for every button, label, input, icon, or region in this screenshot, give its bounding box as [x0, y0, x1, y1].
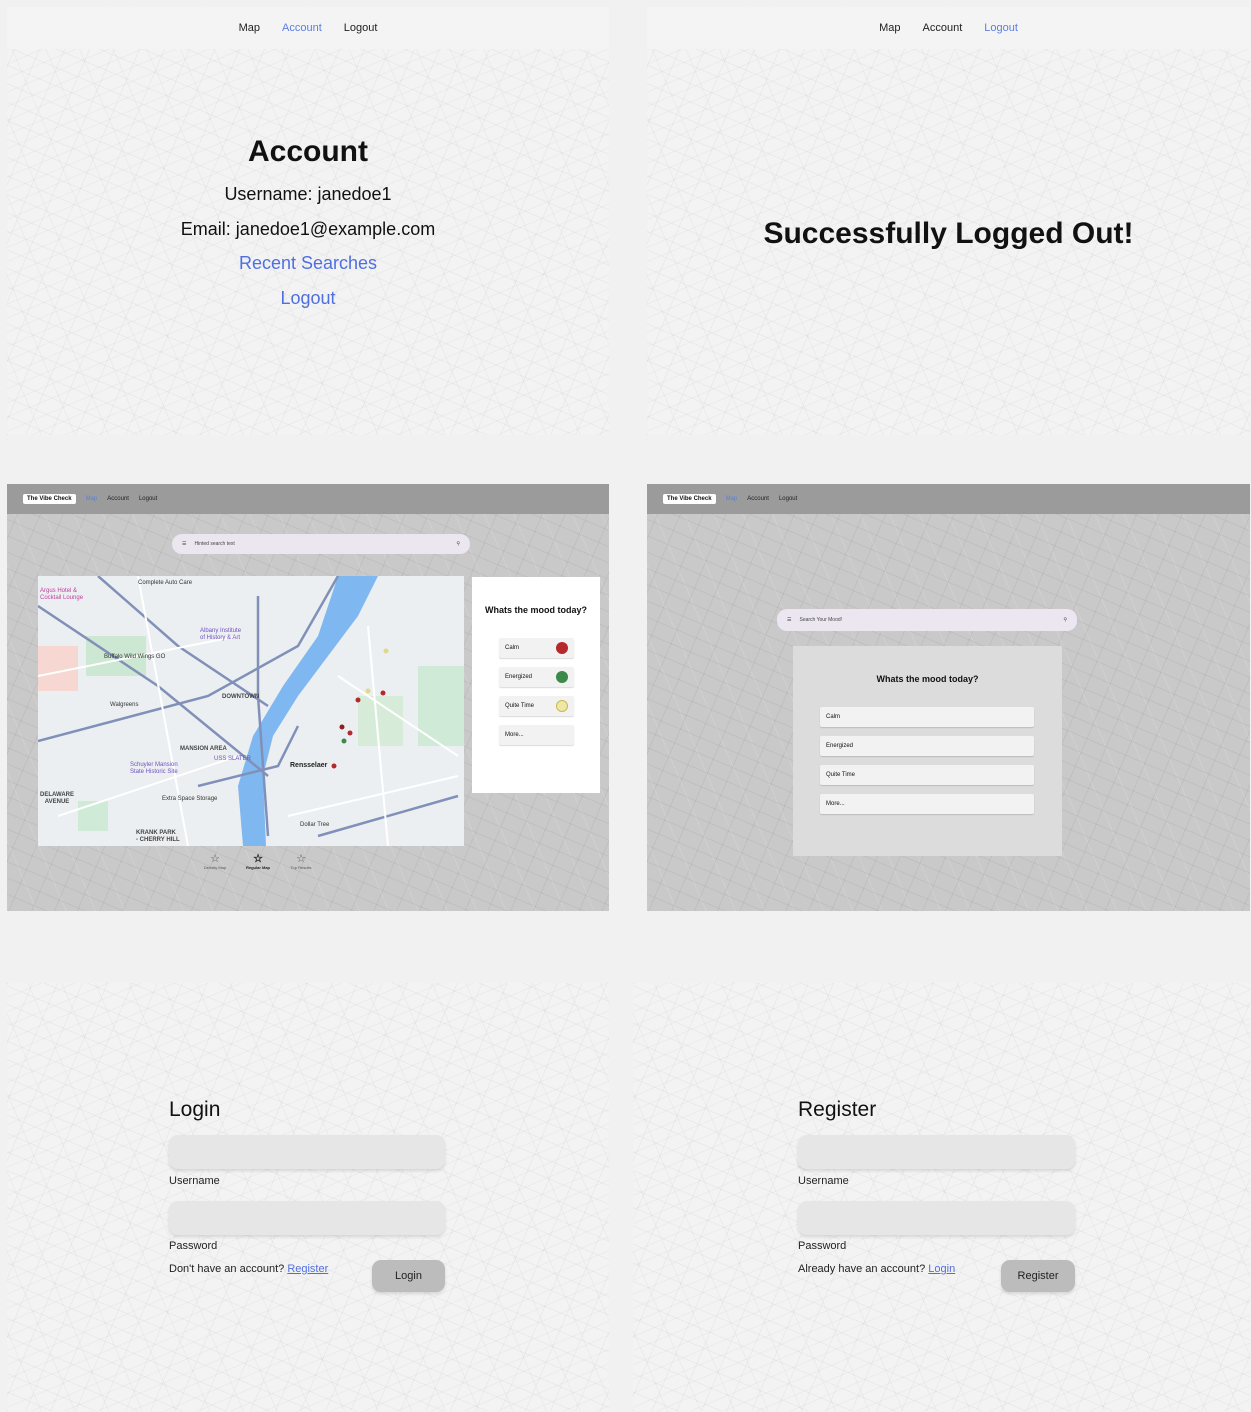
map-label: DOWNTOWN: [222, 694, 260, 700]
mood-button-energized[interactable]: Energized: [499, 667, 574, 687]
map-label: Albany Institute of History & Art: [200, 628, 242, 641]
nav-account[interactable]: Account: [747, 496, 769, 502]
logout-panel: Map Account Logout Successfully Logged O…: [647, 7, 1250, 435]
mood-button-quite-time[interactable]: Quite Time: [820, 765, 1034, 785]
tab-density-map[interactable]: ☆ Density Map: [195, 852, 235, 870]
username-label: Username: [798, 1175, 849, 1187]
map-label: Extra Space Storage: [162, 796, 218, 802]
nav-map[interactable]: Map: [726, 496, 738, 502]
register-title: Register: [798, 1098, 877, 1121]
password-label: Password: [169, 1240, 218, 1252]
nav-account[interactable]: Account: [107, 496, 129, 502]
nav-map[interactable]: Map: [86, 496, 98, 502]
password-field[interactable]: [798, 1201, 1075, 1235]
login-link[interactable]: Login: [928, 1263, 955, 1275]
tab-regular-map[interactable]: ☆ Regular Map: [238, 852, 278, 870]
map-label: Complete Auto Care: [138, 580, 193, 586]
nav-logout[interactable]: Logout: [344, 22, 378, 34]
map-view[interactable]: Argus Hotel & Cocktail Lounge Complete A…: [38, 576, 464, 846]
top-nav: Map Account Logout: [647, 7, 1250, 49]
login-title: Login: [169, 1098, 221, 1121]
nav-map[interactable]: Map: [879, 22, 900, 34]
mini-nav: The Vibe Check Map Account Logout: [7, 484, 609, 514]
mood-search-bar[interactable]: ☰ Search Your Mood! ⚲: [777, 609, 1077, 631]
nav-logout[interactable]: Logout: [779, 496, 797, 502]
register-button[interactable]: Register: [1001, 1260, 1075, 1292]
map-label: Dollar Tree: [300, 822, 330, 828]
mood-card: Whats the mood today? Calm Energized Qui…: [793, 646, 1062, 856]
map-label: Buffalo Wild Wings GO: [104, 654, 166, 660]
search-icon[interactable]: ⚲: [1063, 617, 1067, 623]
map-label: Walgreens: [110, 702, 139, 708]
email-text: Email: janedoe1@example.com: [180, 219, 436, 239]
login-panel: Login Username Password Don't have an ac…: [7, 983, 609, 1411]
map-label: DELAWARE AVENUE: [40, 792, 75, 805]
mood-title: Whats the mood today?: [485, 605, 587, 615]
username-text: Username: janedoe1: [224, 184, 392, 204]
mood-button-more[interactable]: More...: [820, 794, 1034, 814]
star-icon: ☆: [296, 853, 306, 865]
mood-color-dot: [556, 671, 568, 683]
mood-button-quite-time[interactable]: Quite Time: [499, 696, 574, 716]
register-panel: Register Username Password Already have …: [633, 983, 1250, 1411]
password-field[interactable]: [169, 1201, 445, 1235]
username-field[interactable]: [798, 1135, 1075, 1169]
star-icon: ☆: [210, 853, 220, 865]
brand-logo[interactable]: The Vibe Check: [23, 494, 76, 504]
map-roads: [38, 576, 464, 846]
mood-button-more[interactable]: More...: [499, 725, 574, 745]
nav-logout[interactable]: Logout: [984, 22, 1018, 34]
mood-color-dot: [556, 700, 568, 712]
nav-logout[interactable]: Logout: [139, 496, 157, 502]
page-title: Account: [248, 135, 368, 168]
logout-link[interactable]: Logout: [7, 288, 609, 309]
top-nav: Map Account Logout: [7, 7, 609, 49]
logout-message: Successfully Logged Out!: [763, 217, 1134, 250]
username-label: Username: [169, 1175, 220, 1187]
login-prompt: Already have an account? Login: [798, 1263, 956, 1275]
password-label: Password: [798, 1240, 847, 1252]
login-button[interactable]: Login: [372, 1260, 445, 1292]
map-screenshot-panel: The Vibe Check Map Account Logout ☰ Hint…: [7, 484, 609, 911]
recent-searches-link[interactable]: Recent Searches: [7, 253, 609, 274]
map-label: Argus Hotel & Cocktail Lounge: [40, 588, 84, 601]
map-label: KRANK PARK - CHERRY HILL: [136, 830, 180, 843]
mood-button-energized[interactable]: Energized: [820, 736, 1034, 756]
map-label: MANSION AREA: [180, 746, 227, 752]
account-panel: Map Account Logout Account Username: jan…: [7, 7, 609, 435]
mood-color-dot: [556, 642, 568, 654]
mood-screenshot-panel: The Vibe Check Map Account Logout ☰ Sear…: [647, 484, 1250, 911]
search-input[interactable]: Hinted search text: [186, 541, 456, 547]
search-icon[interactable]: ⚲: [456, 541, 460, 547]
map-label: Schuyler Mansion State Historic Site: [130, 762, 178, 775]
nav-map[interactable]: Map: [239, 22, 260, 34]
register-prompt: Don't have an account? Register: [169, 1263, 329, 1275]
mood-title: Whats the mood today?: [876, 674, 979, 684]
map-label: USS SLATER: [214, 756, 251, 762]
map-label: Rensselaer: [290, 762, 328, 769]
nav-account[interactable]: Account: [923, 22, 963, 34]
mood-button-calm[interactable]: Calm: [820, 707, 1034, 727]
bottom-tabs: ☆ Density Map ☆ Regular Map ☆ Top Results: [195, 852, 321, 870]
star-icon: ☆: [253, 853, 263, 865]
brand-logo[interactable]: The Vibe Check: [663, 494, 716, 504]
search-input[interactable]: Search Your Mood!: [791, 617, 1063, 623]
tab-top-results[interactable]: ☆ Top Results: [281, 852, 321, 870]
mood-card: Whats the mood today? Calm Energized Qui…: [472, 577, 600, 793]
mini-nav: The Vibe Check Map Account Logout: [647, 484, 1250, 514]
map-search-bar[interactable]: ☰ Hinted search text ⚲: [172, 534, 470, 554]
nav-account[interactable]: Account: [282, 22, 322, 34]
register-link[interactable]: Register: [287, 1263, 328, 1275]
username-field[interactable]: [169, 1135, 445, 1169]
mood-button-calm[interactable]: Calm: [499, 638, 574, 658]
